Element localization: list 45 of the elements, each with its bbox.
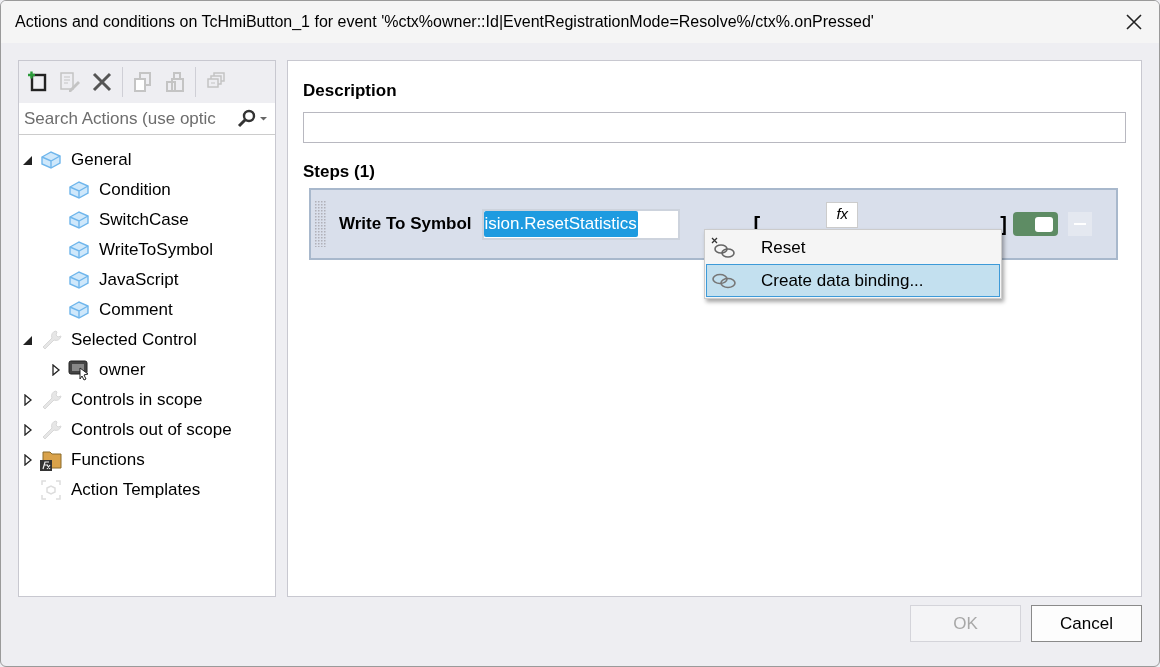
tree-item[interactable]: Comment (99, 297, 173, 323)
tree-item[interactable]: Functions (71, 447, 145, 473)
tree-item[interactable]: Action Templates (71, 477, 201, 503)
paste-icon (163, 70, 187, 94)
block-icon (39, 148, 63, 172)
search-icon (236, 108, 270, 129)
function-folder-icon (39, 448, 63, 472)
block-icon (67, 268, 91, 292)
toggle-switch[interactable] (1013, 212, 1058, 236)
step-title: Write To Symbol (339, 213, 472, 236)
drag-handle-icon[interactable] (315, 201, 327, 247)
unlink-icon (711, 235, 737, 260)
function-button[interactable]: fx (826, 202, 859, 228)
description-field[interactable] (303, 112, 1126, 143)
block-icon (67, 238, 91, 262)
expand-arrow-icon[interactable] (23, 394, 33, 406)
collapse-arrow-icon[interactable] (23, 154, 33, 166)
control-cursor-icon (67, 358, 91, 382)
bracket: ] (1000, 212, 1007, 237)
window-title: Actions and conditions on TcHmiButton_1 for event '%ctx%owner::Id|EventRegistrationMode=Resolve%/ctx%.onPressed' (15, 12, 875, 32)
collapse-arrow-icon[interactable] (23, 334, 33, 346)
menu-item[interactable]: Create data binding... (706, 264, 1000, 297)
delete-icon (90, 70, 114, 94)
close-icon (1125, 13, 1143, 31)
expand-arrow-icon[interactable] (23, 424, 33, 436)
steps-label: Steps (1) (303, 161, 376, 183)
description-label: Description (303, 80, 398, 102)
tree-item[interactable]: JavaScript (99, 267, 179, 293)
tree-item[interactable]: owner (99, 357, 146, 383)
tree-item[interactable]: Condition (99, 177, 171, 203)
tree-item[interactable]: General (71, 147, 132, 173)
template-icon (39, 478, 63, 502)
tree-item[interactable]: SwitchCase (99, 207, 189, 233)
tree-item[interactable]: WriteToSymbol (99, 237, 213, 263)
expand-arrow-icon[interactable] (23, 454, 33, 466)
expand-arrow-icon[interactable] (51, 364, 61, 376)
menu-item[interactable]: Reset (706, 231, 1000, 264)
block-icon (67, 208, 91, 232)
cancel-button[interactable]: Cancel (1031, 605, 1142, 642)
edit-icon (58, 70, 82, 94)
tree-item[interactable]: Selected Control (71, 327, 197, 353)
tree-item[interactable]: Controls in scope (71, 387, 203, 413)
block-icon (67, 178, 91, 202)
block-icon (67, 298, 91, 322)
tree-item[interactable]: Controls out of scope (71, 417, 232, 443)
